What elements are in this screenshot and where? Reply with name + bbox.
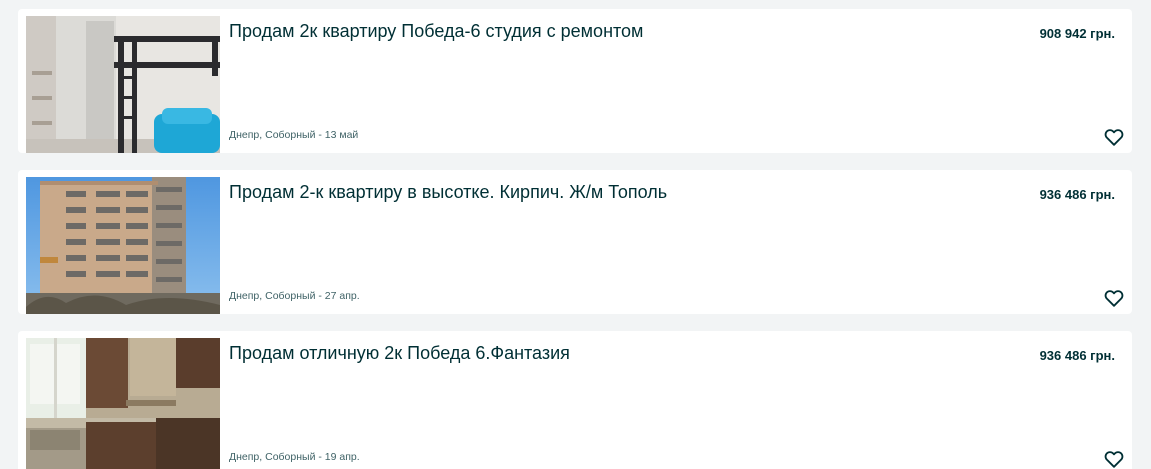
listing-date: 27 апр.: [324, 290, 360, 302]
listing-price: 936 486 грн.: [1039, 348, 1115, 363]
listing-location: Днепр, Соборный: [229, 290, 316, 302]
listing-photo-image: [26, 16, 220, 153]
listing-price: 936 486 грн.: [1039, 187, 1115, 202]
listing-date: 19 апр.: [324, 451, 360, 463]
meta-separator: -: [315, 290, 325, 302]
heart-outline-icon[interactable]: [1103, 287, 1125, 309]
listing-price: 908 942 грн.: [1039, 26, 1115, 41]
listing-card[interactable]: Продам 2к квартиру Победа-6 студия с рем…: [18, 9, 1132, 153]
listing-photo-image: [26, 338, 220, 469]
listing-card[interactable]: Продам 2-к квартиру в высотке. Кирпич. Ж…: [18, 170, 1132, 314]
listing-location: Днепр, Соборный: [229, 451, 316, 463]
meta-separator: -: [315, 129, 325, 141]
heart-outline-icon[interactable]: [1103, 126, 1125, 148]
listing-meta: Днепр, Соборный - 27 апр.: [229, 290, 360, 302]
listing-photo[interactable]: [26, 177, 220, 314]
listing-date: 13 май: [324, 129, 359, 141]
listing-photo[interactable]: [26, 338, 220, 469]
meta-separator: -: [315, 451, 325, 463]
listing-title[interactable]: Продам 2к квартиру Победа-6 студия с рем…: [229, 20, 643, 42]
listing-card[interactable]: Продам отличную 2к Победа 6.Фантазия 936…: [18, 331, 1132, 469]
heart-outline-icon[interactable]: [1103, 448, 1125, 469]
listing-location: Днепр, Соборный: [229, 129, 316, 141]
listing-meta: Днепр, Соборный - 13 май: [229, 129, 358, 141]
listing-title[interactable]: Продам отличную 2к Победа 6.Фантазия: [229, 342, 570, 364]
listing-meta: Днепр, Соборный - 19 апр.: [229, 451, 360, 463]
listing-title[interactable]: Продам 2-к квартиру в высотке. Кирпич. Ж…: [229, 181, 667, 203]
listing-photo[interactable]: [26, 16, 220, 153]
listing-list: Продам 2к квартиру Победа-6 студия с рем…: [0, 0, 1151, 469]
listing-photo-image: [26, 177, 220, 314]
